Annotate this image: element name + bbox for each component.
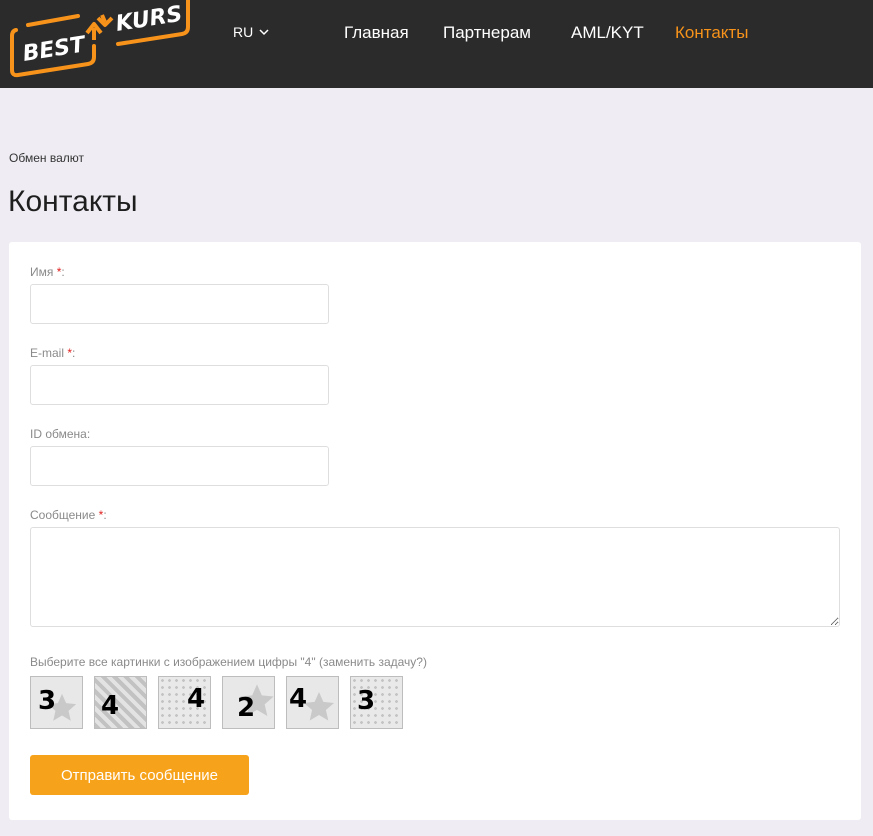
captcha-tile[interactable]: 4 — [158, 676, 211, 729]
nav-partners[interactable]: Партнерам — [443, 23, 531, 43]
captcha-digit: 4 — [101, 691, 120, 721]
captcha-tile[interactable]: 4 — [286, 676, 339, 729]
captcha-digit: 3 — [38, 686, 57, 716]
captcha-instruction: Выберите все картинки с изображением циф… — [30, 655, 427, 669]
captcha-digit: 4 — [289, 684, 308, 714]
language-label: RU — [233, 24, 254, 40]
site-header: BEST KURS RU Главная Партнерам AML/KYT К… — [0, 0, 873, 88]
language-selector[interactable]: RU — [233, 24, 269, 40]
captcha-tile[interactable]: 4 — [94, 676, 147, 729]
best-kurs-logo[interactable]: BEST KURS — [6, 0, 192, 80]
breadcrumb[interactable]: Обмен валют — [9, 151, 84, 165]
captcha-tiles: 3 4 4 2 4 3 — [30, 676, 410, 731]
nav-contacts[interactable]: Контакты — [675, 23, 748, 43]
email-label: E-mail *: — [30, 346, 76, 360]
captcha-tile[interactable]: 2 — [222, 676, 275, 729]
svg-text:KURS: KURS — [114, 2, 184, 37]
message-textarea[interactable] — [30, 527, 840, 627]
exchange-id-input[interactable] — [30, 446, 329, 486]
captcha-digit: 3 — [357, 686, 376, 716]
svg-text:BEST: BEST — [21, 32, 89, 67]
contact-form: Имя *: E-mail *: ID обмена: Сообщение *:… — [9, 242, 861, 820]
email-input[interactable] — [30, 365, 329, 405]
captcha-tile[interactable]: 3 — [30, 676, 83, 729]
nav-home[interactable]: Главная — [344, 23, 409, 43]
message-label: Сообщение *: — [30, 508, 107, 522]
exchange-id-label: ID обмена: — [30, 427, 91, 441]
captcha-digit: 4 — [187, 684, 206, 714]
captcha-digit: 2 — [237, 693, 256, 723]
send-message-button[interactable]: Отправить сообщение — [30, 755, 249, 795]
captcha-tile[interactable]: 3 — [350, 676, 403, 729]
name-label: Имя *: — [30, 265, 65, 279]
nav-aml-kyt[interactable]: AML/KYT — [571, 23, 644, 43]
captcha-refresh-link[interactable]: (заменить задачу?) — [319, 655, 427, 669]
name-input[interactable] — [30, 284, 329, 324]
chevron-down-icon — [259, 28, 269, 35]
page-title: Контакты — [8, 185, 138, 218]
